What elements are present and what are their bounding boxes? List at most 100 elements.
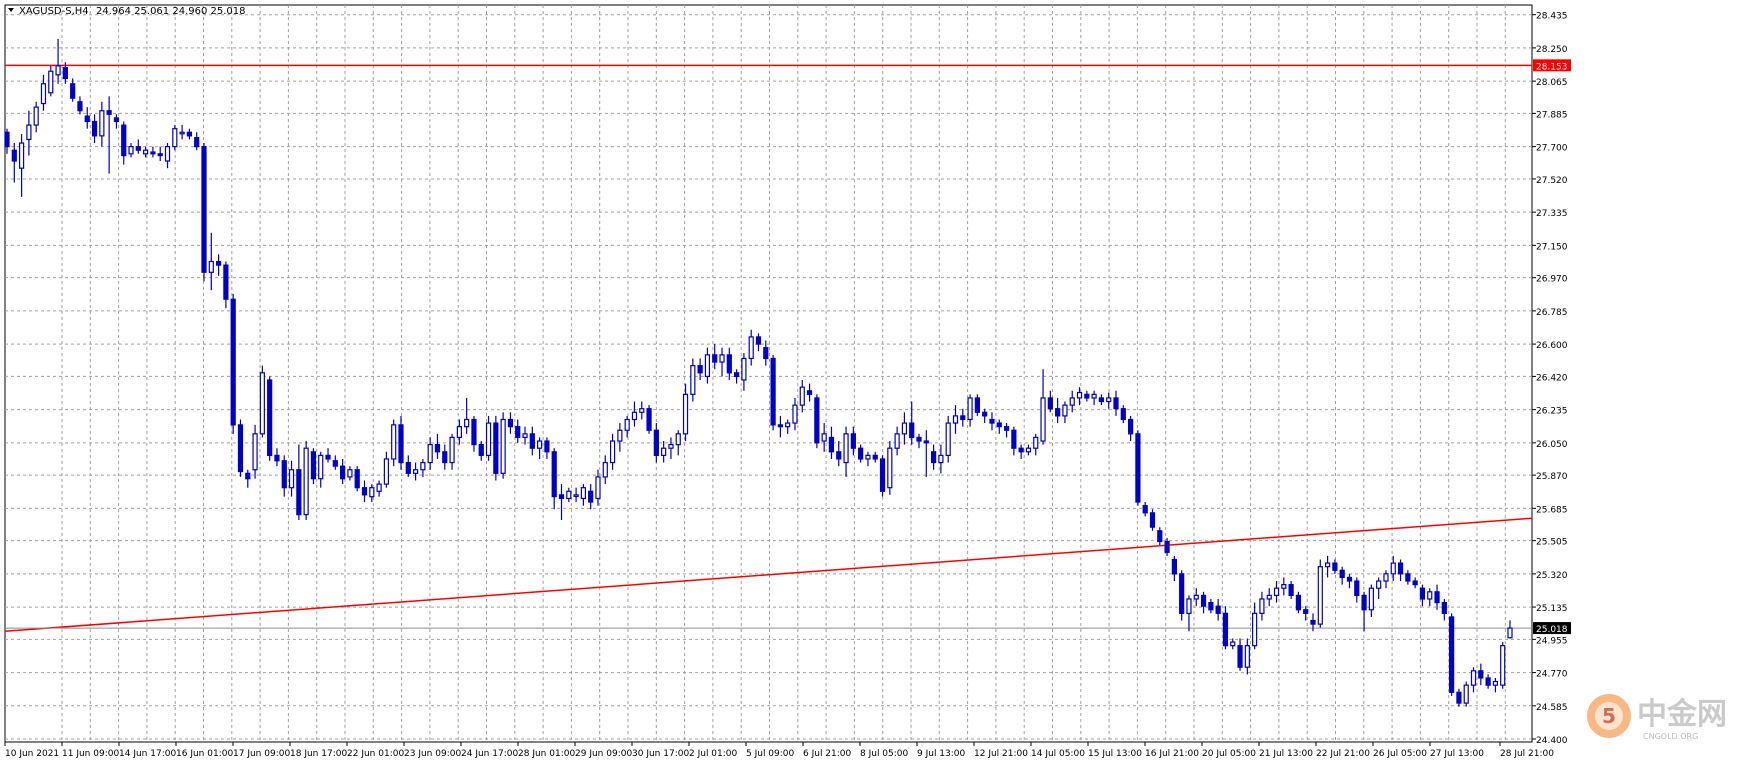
candle-body-up (48, 70, 54, 94)
candle (1295, 591, 1302, 614)
x-tick-label: 14 Jul 05:00 (1031, 749, 1085, 759)
candle-body-down (646, 408, 652, 431)
candle (485, 415, 492, 461)
candle (310, 448, 317, 485)
candle-body-down (1171, 558, 1177, 575)
symbol-label: XAGUSD-S,H4 (19, 6, 89, 17)
candle-body-down (91, 120, 98, 137)
candle-body-down (77, 101, 83, 112)
y-tick-label: 26.785 (1536, 308, 1568, 318)
candle-body-down (1142, 505, 1148, 514)
candle-body-up (1076, 391, 1083, 399)
brand-url: CNGOLD.ORG (1643, 732, 1698, 741)
candle-body-down (960, 415, 966, 421)
candle-body-up (1492, 680, 1499, 686)
candle-body-down (1018, 447, 1024, 453)
candle-body-up (719, 354, 725, 363)
candle-body-down (478, 444, 484, 456)
candle-body-up (1252, 612, 1258, 647)
candle-body-down (1113, 397, 1119, 410)
candle-body-down (135, 146, 141, 151)
candle-body-up (741, 357, 747, 381)
x-tick-label: 14 Jun 17:00 (119, 749, 176, 759)
chart-canvas[interactable]: 28.435 28.250 28.065 27.885 27.700 27.520 27.3… (0, 0, 1743, 763)
candle-body-up (1376, 580, 1382, 589)
y-tick-label: 24.955 (1536, 636, 1568, 646)
candle-body-down (982, 411, 988, 417)
y-tick-label: 28.065 (1536, 78, 1568, 88)
candle-body-down (62, 67, 68, 80)
y-tick-label: 24.585 (1536, 703, 1568, 713)
y-tick-label: 25.685 (1536, 505, 1568, 515)
x-tick-label: 8 Jul 05:00 (860, 749, 909, 759)
candle (237, 419, 244, 477)
candle-body-down (726, 354, 732, 374)
y-tick-label: 27.885 (1536, 110, 1568, 120)
x-tick-label: 22 Jul 21:00 (1316, 749, 1370, 759)
candle-body-down (471, 418, 477, 446)
y-tick-label: 26.235 (1536, 407, 1568, 417)
chart[interactable]: 28.435 28.250 28.065 27.885 27.700 27.520 27.3… (0, 0, 1743, 763)
x-tick-label: 27 Jul 13:00 (1430, 749, 1484, 759)
x-tick-label: 28 Jun 01:00 (518, 749, 575, 759)
candle-body-down (697, 365, 703, 374)
candle-body-up (1106, 397, 1112, 403)
candle-body-up (799, 386, 805, 406)
candle (887, 441, 893, 495)
candle-body-up (1230, 641, 1236, 647)
candle-body-up (347, 469, 353, 478)
candle-body-up (821, 433, 827, 442)
candle-body-up (624, 418, 630, 431)
candle-body-down (806, 390, 813, 395)
candle-body-down (405, 461, 411, 474)
candle-body-up (843, 433, 849, 464)
x-tick-label: 16 Jul 21:00 (1145, 749, 1199, 759)
candle-body-down (354, 469, 360, 489)
y-tick-label: 26.420 (1536, 373, 1568, 383)
candle-body-up (1317, 566, 1323, 625)
resistance-price-label: 28.153 (1536, 62, 1568, 72)
candle-body-up (690, 365, 696, 395)
candle-body-down (194, 137, 200, 148)
current-price-label: 25.018 (1536, 625, 1568, 635)
candle-body-up (303, 447, 309, 516)
candle-body-down (909, 422, 915, 439)
candle-body-down (1222, 612, 1229, 647)
candle-body-down (1047, 397, 1053, 410)
candle-body-up (383, 458, 390, 485)
y-tick-label: 25.320 (1536, 571, 1568, 581)
candle-body-down (544, 440, 550, 453)
candle (1149, 509, 1156, 531)
candle-body-down (923, 440, 929, 444)
candle-body-up (522, 433, 528, 439)
candle-body-up (1033, 436, 1039, 449)
candle-body-down (215, 260, 222, 266)
candle-body-down (237, 424, 244, 473)
candle-body-up (682, 393, 689, 435)
candle-body-down (1419, 587, 1426, 600)
candle-body-up (1273, 587, 1280, 596)
candle-body-down (872, 454, 878, 460)
candle-body-up (40, 83, 47, 105)
y-tick-label: 26.050 (1536, 440, 1568, 450)
candle-body-up (675, 433, 681, 446)
candle-body-up (945, 422, 951, 456)
candle-body-up (1062, 404, 1068, 417)
candle-body-down (1310, 619, 1316, 625)
candle-body-up (609, 440, 616, 464)
candle (354, 466, 360, 492)
watermark: 5 中金网 CNGOLD.ORG (1585, 688, 1740, 748)
candle-body-up (602, 461, 608, 478)
x-tick-label: 11 Jun 09:00 (62, 749, 119, 759)
candle-body-down (84, 115, 90, 123)
candle-body-down (186, 131, 193, 137)
candle-body-down (361, 487, 368, 496)
y-tick-label: 27.335 (1536, 209, 1568, 219)
candle-body-down (1354, 580, 1360, 596)
y-tick-label: 26.970 (1536, 275, 1568, 285)
candle-body-up (785, 422, 791, 428)
candle-body-down (1003, 426, 1010, 431)
candle-body-up (1266, 594, 1272, 600)
candle-body-down (1011, 429, 1017, 449)
x-tick-label: 6 Jul 21:00 (803, 749, 852, 759)
